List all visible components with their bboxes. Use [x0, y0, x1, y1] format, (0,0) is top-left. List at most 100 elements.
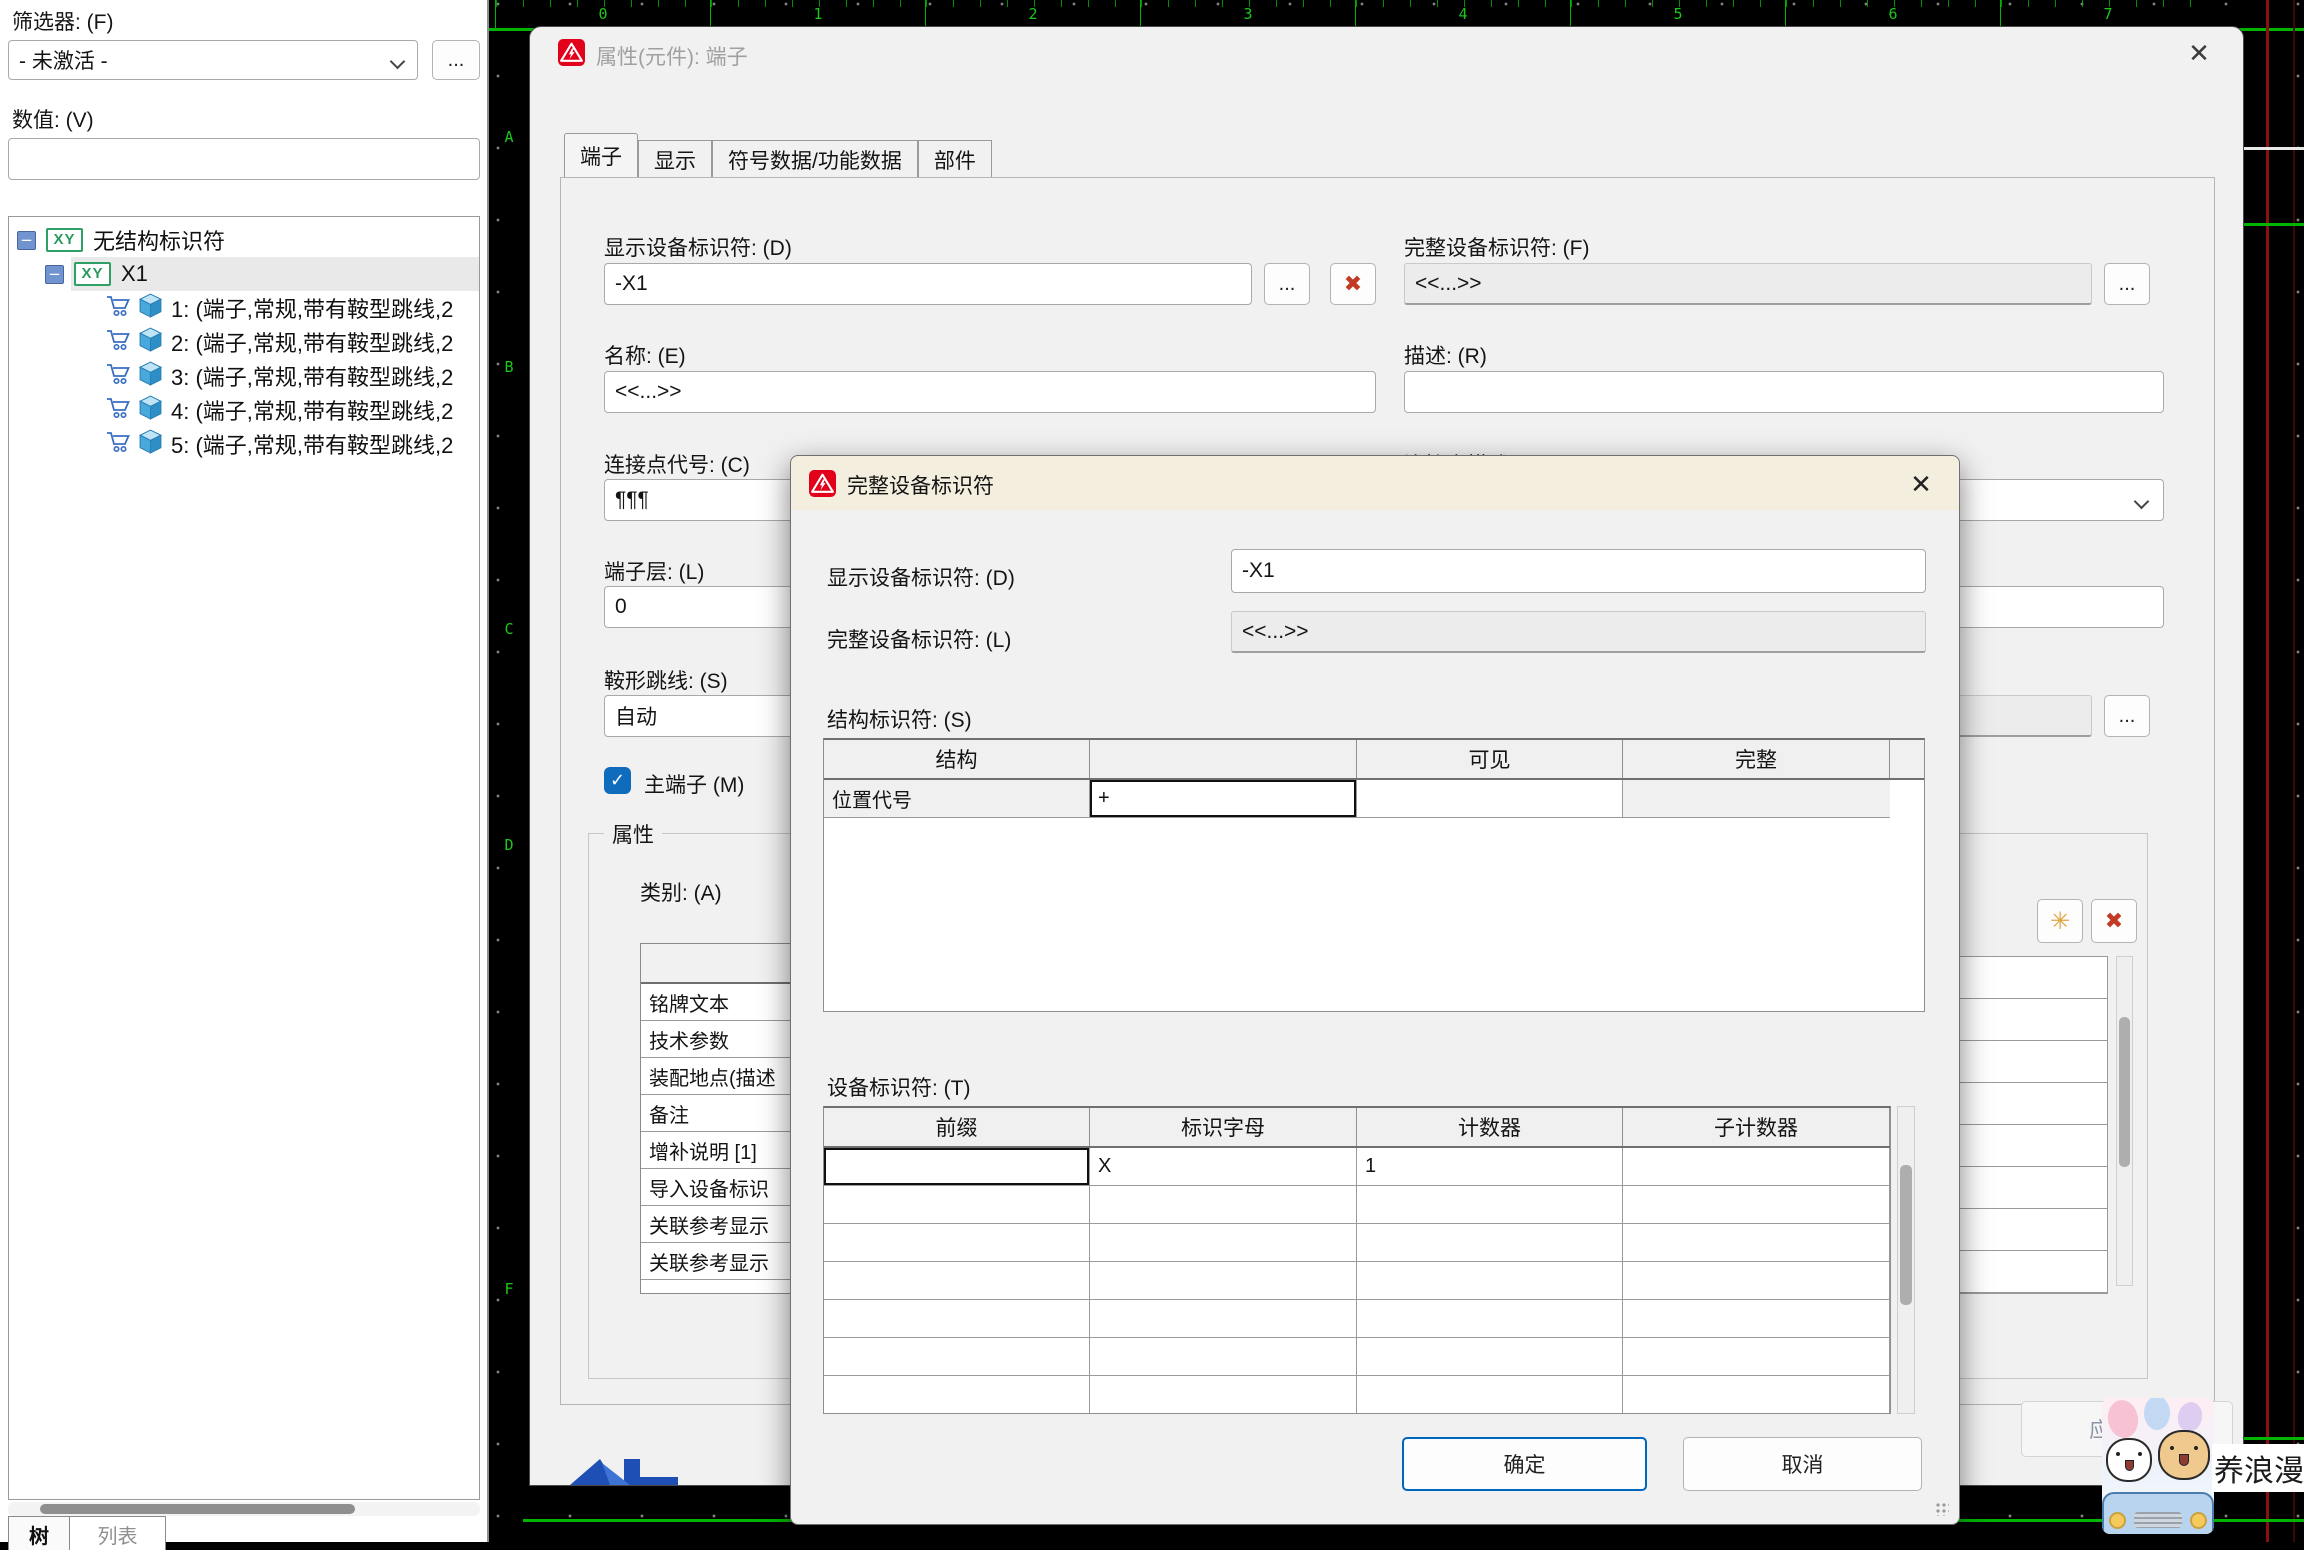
jumper-label: 鞍形跳线: (S)	[604, 665, 728, 695]
empty-cell[interactable]	[1090, 1300, 1357, 1338]
tab-display[interactable]: 显示	[638, 140, 712, 178]
main-terminal-checkbox[interactable]: ✓	[604, 767, 631, 794]
vertical-scrollbar[interactable]	[2116, 956, 2133, 1286]
value-input[interactable]	[8, 138, 480, 180]
tree-item-terminal[interactable]: 1: (端子,常规,带有鞍型跳线,2	[9, 291, 479, 325]
jumper-value: 自动	[615, 701, 657, 731]
empty-cell[interactable]	[824, 1186, 1090, 1224]
empty-cell[interactable]	[1357, 1262, 1623, 1300]
scrollbar-thumb[interactable]	[2119, 1017, 2130, 1167]
balloon-shape	[2175, 1400, 2205, 1434]
tab-symbol-data[interactable]: 符号数据/功能数据	[712, 140, 918, 178]
filter-more-button[interactable]: ...	[432, 40, 480, 80]
full-dt-label: 完整设备标识符: (L)	[827, 624, 1011, 654]
right-more-button[interactable]: ...	[2104, 695, 2150, 737]
scrollbar-thumb[interactable]	[40, 1504, 355, 1514]
visible-cell[interactable]	[1357, 780, 1623, 818]
empty-cell[interactable]	[824, 1338, 1090, 1376]
empty-cell[interactable]	[824, 1376, 1090, 1414]
empty-cell[interactable]	[824, 1262, 1090, 1300]
full-cell[interactable]	[1623, 780, 1890, 818]
display-dt-delete-button[interactable]: ✖	[1330, 263, 1376, 305]
empty-cell[interactable]	[1090, 1224, 1357, 1262]
new-button[interactable]: ✳	[2037, 899, 2083, 943]
grid-line	[2244, 147, 2304, 150]
scrollbar-thumb[interactable]	[1900, 1165, 1912, 1305]
tree-item-root[interactable]: − XY 无结构标识符	[9, 223, 479, 257]
delete-button[interactable]: ✖	[2091, 899, 2137, 943]
empty-cell[interactable]	[1357, 1224, 1623, 1262]
table-row	[824, 1224, 1890, 1262]
close-icon[interactable]: ✕	[2181, 35, 2217, 71]
ruler-letter: A	[496, 128, 522, 146]
cart-icon	[105, 293, 132, 324]
empty-cell[interactable]	[1357, 1300, 1623, 1338]
counter-cell[interactable]: 1	[1357, 1148, 1623, 1186]
empty-cell[interactable]	[1623, 1300, 1890, 1338]
asterisk-icon: ✳	[2050, 907, 2070, 936]
empty-cell[interactable]	[1357, 1376, 1623, 1414]
filter-dropdown[interactable]: - 未激活 -	[8, 40, 418, 80]
layer-label: 端子层: (L)	[604, 556, 704, 586]
empty-cell[interactable]	[1623, 1338, 1890, 1376]
prefix-cell[interactable]	[824, 1148, 1090, 1186]
column-header: 结构	[824, 740, 1090, 778]
tree-item-label: 1: (端子,常规,带有鞍型跳线,2	[171, 292, 453, 324]
chevron-down-icon	[390, 54, 406, 70]
tree-item-terminal[interactable]: 5: (端子,常规,带有鞍型跳线,2	[9, 427, 479, 461]
tree-item-label: X1	[121, 261, 148, 287]
empty-cell[interactable]	[1090, 1262, 1357, 1300]
tree-item-terminal[interactable]: 4: (端子,常规,带有鞍型跳线,2	[9, 393, 479, 427]
structure-value-cell[interactable]: +	[1090, 780, 1357, 818]
ruler-top: 0 1 2 3 4 5 6 7	[495, 0, 2304, 28]
tab-list[interactable]: 列表	[70, 1516, 166, 1550]
table-row	[824, 1186, 1890, 1224]
empty-cell[interactable]	[1090, 1338, 1357, 1376]
subcounter-cell[interactable]	[1623, 1148, 1890, 1186]
close-icon[interactable]: ✕	[1903, 466, 1939, 502]
vertical-scrollbar[interactable]	[1897, 1106, 1915, 1414]
letter-cell[interactable]: X	[1090, 1148, 1357, 1186]
category-label: 类别: (A)	[640, 877, 722, 907]
empty-cell[interactable]	[1357, 1338, 1623, 1376]
tree-item-group-x1[interactable]: − XY X1	[9, 257, 479, 291]
tab-parts[interactable]: 部件	[918, 140, 992, 178]
cancel-button[interactable]: 取消	[1683, 1437, 1922, 1491]
bear-face	[2158, 1430, 2210, 1480]
column-header: 可见	[1357, 740, 1623, 778]
value-label: 数值: (V)	[12, 104, 94, 134]
full-dt-more-button[interactable]: ...	[2104, 263, 2150, 305]
sticker-watermark	[2102, 1398, 2214, 1534]
resize-grip-icon[interactable]	[1935, 1502, 1949, 1516]
structure-cell[interactable]: 位置代号	[824, 780, 1090, 818]
display-dt-input[interactable]: -X1	[604, 263, 1252, 305]
ruler-letter: C	[496, 620, 522, 638]
device-table-header: 前缀 标识字母 计数器 子计数器	[824, 1108, 1890, 1148]
table-row	[824, 1262, 1890, 1300]
display-dt-label: 显示设备标识符: (D)	[827, 562, 1015, 592]
tree-item-terminal[interactable]: 2: (端子,常规,带有鞍型跳线,2	[9, 325, 479, 359]
column-header: 计数器	[1357, 1108, 1623, 1146]
empty-cell[interactable]	[1090, 1186, 1357, 1224]
tree-item-terminal[interactable]: 3: (端子,常规,带有鞍型跳线,2	[9, 359, 479, 393]
display-dt-more-button[interactable]: ...	[1264, 263, 1310, 305]
desc-input[interactable]	[1404, 371, 2164, 413]
empty-cell[interactable]	[1623, 1262, 1890, 1300]
tab-terminal[interactable]: 端子	[564, 133, 638, 178]
collapse-icon[interactable]: −	[17, 231, 36, 250]
cart-icon	[105, 361, 132, 392]
empty-cell[interactable]	[1357, 1186, 1623, 1224]
empty-cell[interactable]	[824, 1300, 1090, 1338]
empty-cell[interactable]	[1090, 1376, 1357, 1414]
ok-button[interactable]: 确定	[1402, 1437, 1647, 1491]
display-dt-input[interactable]: -X1	[1231, 549, 1926, 593]
empty-cell[interactable]	[1623, 1224, 1890, 1262]
empty-cell[interactable]	[824, 1224, 1090, 1262]
tab-tree[interactable]: 树	[8, 1516, 70, 1550]
collapse-icon[interactable]: −	[45, 265, 64, 284]
empty-cell[interactable]	[1623, 1376, 1890, 1414]
display-dt-value: -X1	[615, 272, 648, 296]
empty-cell[interactable]	[1623, 1186, 1890, 1224]
name-input[interactable]: <<...>>	[604, 371, 1376, 413]
horizontal-scrollbar[interactable]	[8, 1502, 480, 1516]
